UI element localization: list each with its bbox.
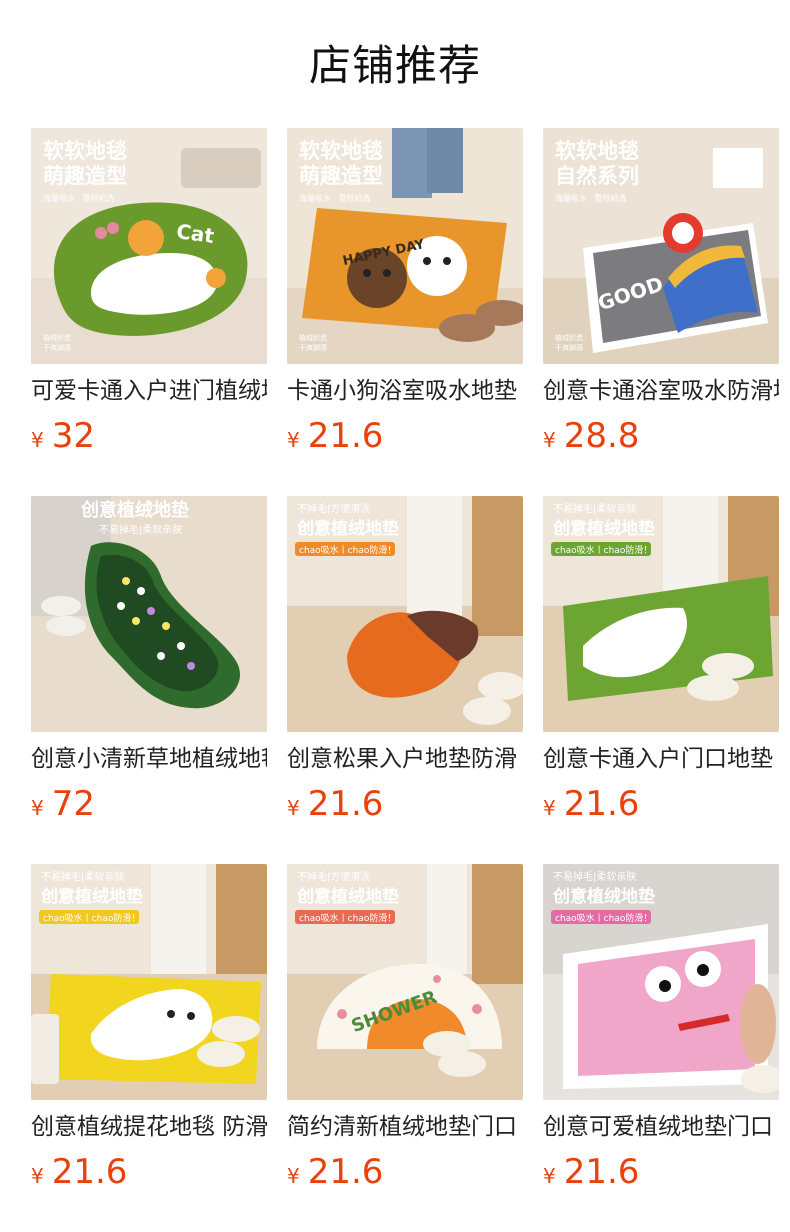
price-value: 21.6 [51,1152,128,1192]
product-card[interactable]: 不掉毛|方便清洗 创意植绒地垫 chao吸水丨chao防滑！ 创意松果入户地垫防… [287,496,523,826]
price-value: 72 [51,784,95,824]
banner-line2: 萌趣造型 [43,164,127,188]
currency-symbol: ¥ [31,1164,44,1188]
banner-line0: 不易掉毛|柔软亲肤 [553,870,636,883]
banner-note1: 植绒织造 [555,333,583,342]
product-card[interactable]: 不易掉毛|柔软亲肤 创意植绒地垫 chao吸水丨chao防滑！ 创意植绒提花地毯… [31,864,267,1194]
banner-line0: 不易掉毛|柔软亲肤 [41,870,124,883]
banner-tag: chao吸水丨chao防滑！ [555,544,652,556]
price-value: 28.8 [563,416,640,456]
banner-line1: 创意植绒地垫 [552,518,655,539]
banner-line1: 创意植绒地垫 [296,886,399,907]
banner-features: 海量吸水 · 整毯机洗 [555,193,627,203]
currency-symbol: ¥ [543,796,556,820]
product-price: ¥21.6 [543,782,639,826]
product-image[interactable]: 不易掉毛|柔软亲肤 创意植绒地垫 chao吸水丨chao防滑！ [543,496,779,732]
banner-line1: 软软地毯 [299,139,383,163]
banner-tag: chao吸水丨chao防滑！ [43,912,140,924]
currency-symbol: ¥ [31,796,44,820]
currency-symbol: ¥ [543,428,556,452]
banner-tag: chao吸水丨chao防滑！ [555,912,652,924]
product-name[interactable]: 创意卡通浴室吸水防滑地垫 [543,374,779,408]
product-price: ¥21.6 [287,414,383,458]
price-value: 21.6 [307,784,384,824]
banner-line2: 萌趣造型 [299,164,383,188]
banner-line2: 不易掉毛|柔软亲肤 [99,523,182,536]
product-image[interactable]: 不掉毛|方便清洗 创意植绒地垫 chao吸水丨chao防滑！ [287,496,523,732]
banner-note2: 干爽脚感 [299,343,327,352]
banner-line1: 软软地毯 [555,139,639,163]
product-image[interactable]: 不易掉毛|柔软亲肤 创意植绒地垫 chao吸水丨chao防滑！ [31,864,267,1100]
banner-tag: chao吸水丨chao防滑！ [299,912,396,924]
product-name[interactable]: 创意松果入户地垫防滑 [287,742,523,776]
product-name[interactable]: 简约清新植绒地垫门口 [287,1110,523,1144]
product-card[interactable]: 创意植绒地垫 不易掉毛|柔软亲肤 创意小清新草地植绒地毯 ¥72 [31,496,267,826]
banner-line1: 创意植绒地垫 [80,499,189,521]
price-value: 21.6 [307,1152,384,1192]
currency-symbol: ¥ [543,1164,556,1188]
banner-features: 海量吸水 · 整毯机洗 [43,193,115,203]
product-image[interactable]: Cat 软软地毯 萌趣造型 海量吸水 · 整毯机洗 植绒织造 干爽脚感 [31,128,267,364]
product-image[interactable]: 创意植绒地垫 不易掉毛|柔软亲肤 [31,496,267,732]
product-card[interactable]: Cat 软软地毯 萌趣造型 海量吸水 · 整毯机洗 植绒织造 干爽脚感 可爱卡通… [31,128,267,458]
banner-features: 海量吸水 · 整毯机洗 [299,193,371,203]
price-value: 21.6 [307,416,384,456]
product-card[interactable]: 不易掉毛|柔软亲肤 创意植绒地垫 chao吸水丨chao防滑！ 创意可爱植绒地垫… [543,864,779,1194]
product-price: ¥21.6 [287,782,383,826]
product-name[interactable]: 创意植绒提花地毯 防滑 [31,1110,267,1144]
banner-note2: 干爽脚感 [555,343,583,352]
product-price: ¥21.6 [31,1150,127,1194]
currency-symbol: ¥ [287,1164,300,1188]
banner-line1: 软软地毯 [43,139,127,163]
product-name[interactable]: 创意小清新草地植绒地毯 [31,742,267,776]
product-price: ¥21.6 [543,1150,639,1194]
currency-symbol: ¥ [31,428,44,452]
banner-line1: 创意植绒地垫 [296,518,399,539]
currency-symbol: ¥ [287,796,300,820]
product-card[interactable]: HAPPY DAY 软软地毯 萌趣造型 海量吸水 · 整毯机洗 植绒织造 干爽脚… [287,128,523,458]
product-price: ¥32 [31,414,95,458]
product-image[interactable]: SHOWER 不掉毛|方便清洗 创意植绒地垫 chao吸水丨chao防滑！ [287,864,523,1100]
banner-note1: 植绒织造 [299,333,327,342]
banner-line2: 自然系列 [555,164,639,188]
banner-line0: 不掉毛|方便清洗 [297,502,370,515]
price-value: 21.6 [563,1152,640,1192]
banner-tag: chao吸水丨chao防滑！ [299,544,396,556]
section-title: 店铺推荐 [308,41,481,90]
banner-line1: 创意植绒地垫 [40,886,143,907]
banner-line0: 不掉毛|方便清洗 [297,870,370,883]
product-name[interactable]: 创意可爱植绒地垫门口 [543,1110,779,1144]
banner-note1: 植绒织造 [43,333,71,342]
product-price: ¥21.6 [287,1150,383,1194]
product-card[interactable]: SHOWER 不掉毛|方便清洗 创意植绒地垫 chao吸水丨chao防滑！ 简约… [287,864,523,1194]
currency-symbol: ¥ [287,428,300,452]
product-name[interactable]: 卡通小狗浴室吸水地垫 [287,374,523,408]
shop-recommendation-page: 店铺推荐 Cat 软软地毯 萌趣造型 海量吸水 · 整毯机洗 植绒织造 干爽脚感 [0,0,790,1232]
price-value: 32 [51,416,95,456]
product-card[interactable]: GOOD 软软地毯 自然系列 海量吸水 · 整毯机洗 植绒织造 干爽脚感 创意卡… [543,128,779,458]
product-name[interactable]: 创意卡通入户门口地垫 [543,742,779,776]
product-image[interactable]: HAPPY DAY 软软地毯 萌趣造型 海量吸水 · 整毯机洗 植绒织造 干爽脚… [287,128,523,364]
product-image[interactable]: 不易掉毛|柔软亲肤 创意植绒地垫 chao吸水丨chao防滑！ [543,864,779,1100]
banner-line1: 创意植绒地垫 [552,886,655,907]
product-image[interactable]: GOOD 软软地毯 自然系列 海量吸水 · 整毯机洗 植绒织造 干爽脚感 [543,128,779,364]
banner-note2: 干爽脚感 [43,343,71,352]
banner-line0: 不易掉毛|柔软亲肤 [553,502,636,515]
product-name[interactable]: 可爱卡通入户进门植绒地毯 [31,374,267,408]
product-card[interactable]: 不易掉毛|柔软亲肤 创意植绒地垫 chao吸水丨chao防滑！ 创意卡通入户门口… [543,496,779,826]
price-value: 21.6 [563,784,640,824]
product-price: ¥28.8 [543,414,639,458]
product-price: ¥72 [31,782,95,826]
